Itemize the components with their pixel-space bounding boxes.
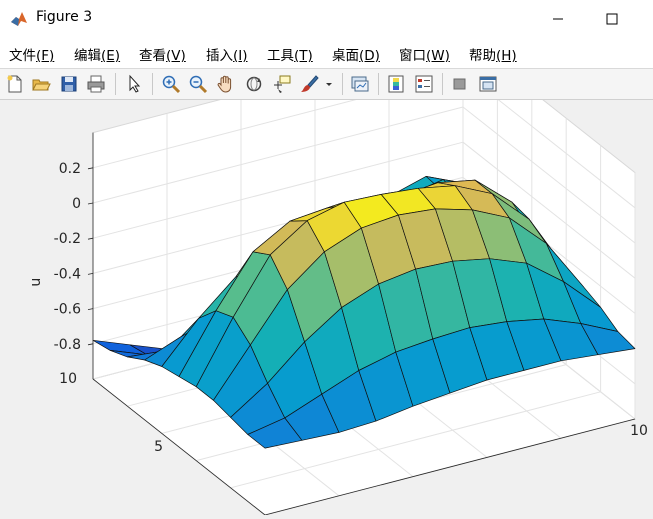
z-tick-mark [87,237,94,240]
title-bar: Figure 3 [0,0,653,38]
link-plot-button[interactable] [348,72,372,96]
colorbar-icon [388,75,404,93]
new-figure-icon [7,75,22,93]
rotate-3d-icon [246,76,262,92]
hide-plot-tools-icon [453,78,466,90]
minimize-icon [553,18,563,20]
data-cursor-icon [274,75,291,93]
brush-dropdown-button[interactable] [322,72,336,96]
rotate-3d-button[interactable] [242,72,266,96]
zoom-in-icon [162,75,181,94]
show-plot-tools-button[interactable] [476,72,500,96]
menu-window[interactable]: 窗口(W) [399,44,450,64]
z-tick-label: -0.6 [54,302,81,318]
z-tick-label: 0.2 [59,161,81,177]
print-icon [87,75,105,93]
pan-button[interactable] [214,72,238,96]
z-tick-mark [87,308,94,310]
y-tick-label: 10 [59,371,77,387]
z-tick-mark [87,343,94,346]
menu-desktop[interactable]: 桌面(D) [332,44,380,64]
z-tick-label: -0.2 [54,231,81,247]
legend-icon [415,75,433,93]
z-tick-label: -0.4 [54,266,81,282]
zoom-in-button[interactable] [159,72,183,96]
toolbar-separator [115,73,116,95]
open-file-button[interactable] [29,72,53,96]
toolbar-separator [442,73,443,95]
z-tick-label: 0 [72,196,81,212]
z-tick-label: -0.8 [54,337,81,353]
menu-bar: 文件(F) 编辑(E) 查看(V) 插入(I) 工具(T) 桌面(D) 窗口(W… [0,38,653,68]
minimize-button[interactable] [535,0,581,38]
menu-tools[interactable]: 工具(T) [267,44,313,64]
edit-plot-arrow-icon [129,74,141,93]
maximize-icon [606,13,618,25]
zoom-out-icon [189,75,208,94]
show-plot-tools-icon [479,76,497,92]
menu-insert[interactable]: 插入(I) [206,44,248,64]
save-button[interactable] [57,72,81,96]
z-tick-mark [87,273,94,275]
hide-plot-tools-button[interactable] [448,72,472,96]
edit-plot-button[interactable] [122,72,146,96]
toolbar-separator [378,73,379,95]
legend-button[interactable] [412,72,436,96]
z-tick-mark [87,167,94,170]
z-axis-label: u [28,278,44,287]
brush-button[interactable] [297,72,321,96]
window-title: Figure 3 [36,9,93,25]
z-tick-mark [87,202,94,205]
x-tick-label: 10 [630,423,648,439]
figure-canvas[interactable]: 0.2 0 -0.2 -0.4 -0.6 -0.8 u 10 5 10 [0,35,653,516]
colorbar-button[interactable] [384,72,408,96]
menu-view[interactable]: 查看(V) [139,44,186,64]
y-tick-label: 5 [154,439,163,455]
menu-help[interactable]: 帮助(H) [469,44,517,64]
brush-dropdown-icon [326,83,332,86]
menu-edit[interactable]: 编辑(E) [74,44,120,64]
brush-icon [301,75,319,92]
matlab-logo-icon [10,10,28,28]
link-plot-icon [351,76,369,92]
zoom-out-button[interactable] [186,72,210,96]
save-icon [61,76,77,92]
toolbar-separator [342,73,343,95]
menu-file[interactable]: 文件(F) [9,44,54,64]
new-figure-button[interactable] [3,72,27,96]
open-file-icon [32,79,51,91]
maximize-button[interactable] [589,0,635,38]
data-cursor-button[interactable] [270,72,294,96]
print-button[interactable] [84,72,108,96]
pan-hand-icon [217,75,232,93]
toolbar-separator [152,73,153,95]
figure-toolbar [0,68,653,100]
surface-plot[interactable]: 0.2 0 -0.2 -0.4 -0.6 -0.8 u 10 5 10 [0,35,653,516]
